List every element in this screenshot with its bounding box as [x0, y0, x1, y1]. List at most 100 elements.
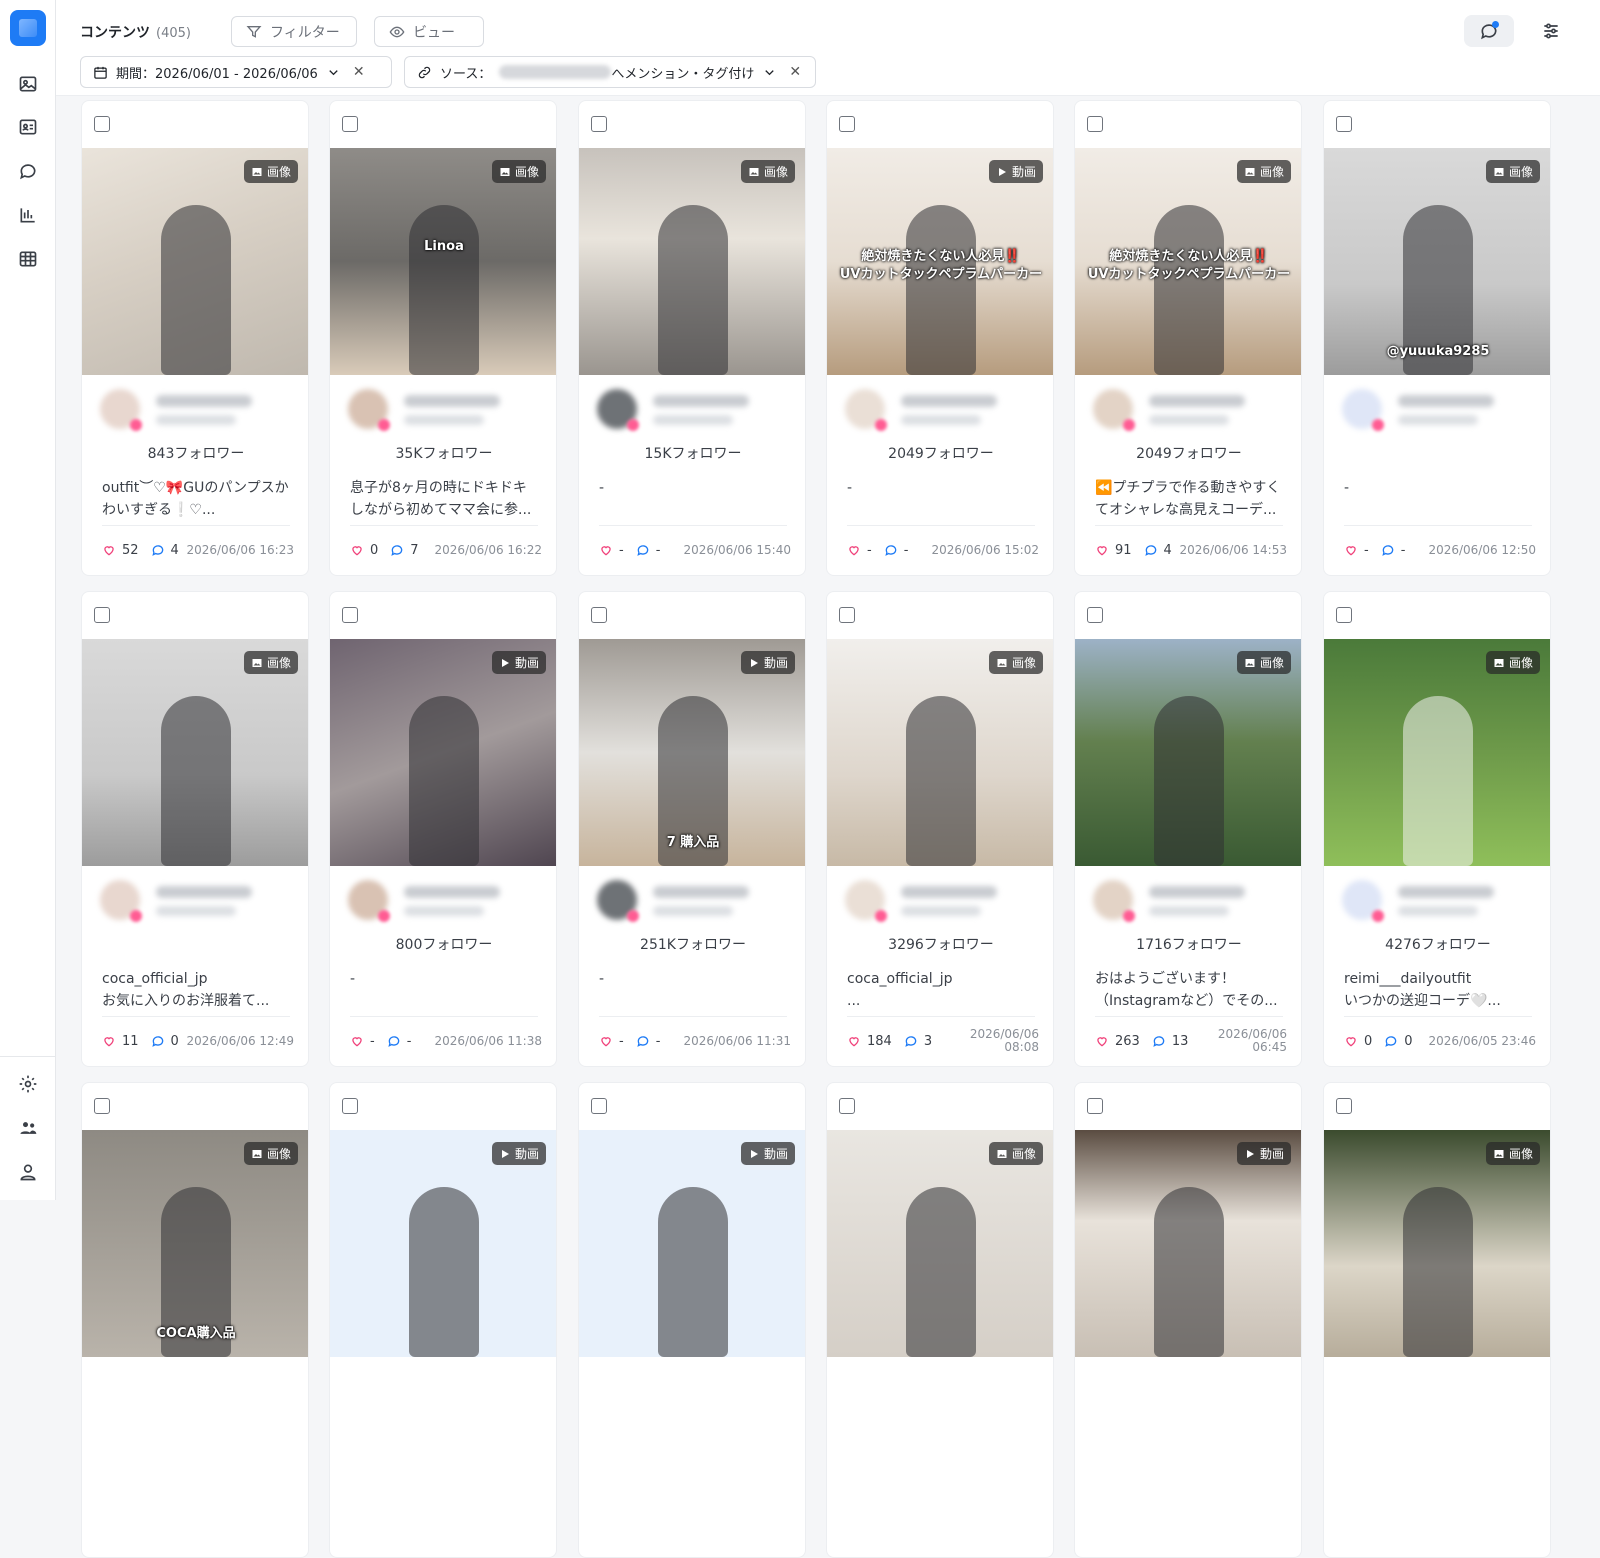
post-stats: 11 0 2026/06/06 12:49: [102, 1026, 294, 1056]
author-profile[interactable]: [597, 389, 793, 433]
post-thumbnail[interactable]: 画像: [827, 639, 1053, 866]
play-icon: [996, 166, 1008, 178]
period-filter-chip[interactable]: 期間：2026/06/01 - 2026/06/06 ✕: [80, 56, 392, 88]
bar-chart-icon[interactable]: [16, 203, 40, 227]
post-thumbnail[interactable]: 動画: [579, 1130, 805, 1357]
profile-card-icon[interactable]: [16, 115, 40, 139]
post-thumbnail[interactable]: 絶対焼きたくない人必見‼️ UVカットタックペプラムパーカー 動画: [827, 148, 1053, 375]
comment-icon: [387, 1034, 401, 1048]
post-thumbnail[interactable]: 画像: [827, 1130, 1053, 1357]
author-profile[interactable]: [1342, 389, 1538, 433]
thumbnail-overlay-text: @yuuuka9285: [1386, 344, 1490, 359]
author-profile[interactable]: [100, 389, 296, 433]
content-card[interactable]: Linoa 画像 35Kフォロワー 息子が8ヶ月の時にドキドキ しながら初めてママ会に…: [329, 100, 557, 576]
content-card[interactable]: 画像 1716フォロワー おはようございます！ （Instagramなど）でその..…: [1074, 591, 1302, 1067]
comment-count: 3: [923, 1033, 933, 1049]
content-card[interactable]: 7 購入品 動画 251Kフォロワー - - - 2026/06/06 11:31: [578, 591, 806, 1067]
select-checkbox[interactable]: [1336, 1098, 1352, 1114]
post-thumbnail[interactable]: 動画: [1075, 1130, 1301, 1357]
post-thumbnail[interactable]: 画像: [579, 148, 805, 375]
media-type-badge: 画像: [1236, 651, 1291, 674]
source-filter-chip[interactable]: ソース： へメンション・タグ付け ✕: [404, 56, 816, 88]
author-profile[interactable]: [845, 880, 1041, 924]
post-thumbnail[interactable]: Linoa 画像: [330, 148, 556, 375]
blurred-username: [901, 395, 997, 407]
content-card[interactable]: 画像: [826, 1082, 1054, 1558]
author-profile[interactable]: [100, 880, 296, 924]
author-profile[interactable]: [845, 389, 1041, 433]
content-card[interactable]: 画像 843フォロワー outfit︶♡🎀GUのパンプスか わいすぎる❕♡... 52…: [81, 100, 309, 576]
select-checkbox[interactable]: [1336, 116, 1352, 132]
app-logo[interactable]: [10, 10, 46, 46]
author-profile[interactable]: [597, 880, 793, 924]
content-card[interactable]: 画像 4276フォロワー reimi___dailyoutfit いつかの送迎コーデ…: [1323, 591, 1551, 1067]
table-icon[interactable]: [16, 247, 40, 271]
view-button[interactable]: ビュー: [374, 16, 484, 47]
post-thumbnail[interactable]: 画像: [1324, 639, 1550, 866]
comment-icon: [1381, 543, 1395, 557]
author-profile[interactable]: [1342, 880, 1538, 924]
comment-count: -: [655, 542, 661, 558]
post-thumbnail[interactable]: 画像: [82, 639, 308, 866]
author-profile[interactable]: [348, 880, 544, 924]
select-checkbox[interactable]: [839, 1098, 855, 1114]
author-profile[interactable]: [1093, 389, 1289, 433]
select-checkbox[interactable]: [94, 607, 110, 623]
select-checkbox[interactable]: [1336, 607, 1352, 623]
content-card[interactable]: 動画: [329, 1082, 557, 1558]
content-card[interactable]: 画像 3296フォロワー coca_official_jp ... 184 3 2026/…: [826, 591, 1054, 1067]
select-checkbox[interactable]: [1087, 116, 1103, 132]
settings-sliders-button[interactable]: [1526, 15, 1576, 47]
select-checkbox[interactable]: [839, 116, 855, 132]
post-caption: reimi___dailyoutfit いつかの送迎コーデ🤍...: [1344, 971, 1501, 1009]
post-thumbnail[interactable]: 画像: [1075, 639, 1301, 866]
thumbnail-subject: [906, 1187, 976, 1357]
settings-icon[interactable]: [16, 1072, 40, 1096]
comment-icon: [390, 543, 404, 557]
select-checkbox[interactable]: [591, 607, 607, 623]
content-card[interactable]: COCA購入品 画像: [81, 1082, 309, 1558]
remove-source-filter-icon[interactable]: ✕: [789, 64, 801, 80]
content-card[interactable]: 絶対焼きたくない人必見‼️ UVカットタックペプラムパーカー 画像 2049フォロワ…: [1074, 100, 1302, 576]
post-thumbnail[interactable]: 画像: [1324, 1130, 1550, 1357]
author-profile[interactable]: [1093, 880, 1289, 924]
filter-icon: [246, 25, 262, 38]
users-icon[interactable]: [16, 1116, 40, 1140]
post-thumbnail[interactable]: 絶対焼きたくない人必見‼️ UVカットタックペプラムパーカー 画像: [1075, 148, 1301, 375]
content-card[interactable]: 動画 800フォロワー - - - 2026/06/06 11:38: [329, 591, 557, 1067]
instagram-badge-icon: [1372, 419, 1384, 431]
content-card[interactable]: 画像: [1323, 1082, 1551, 1558]
select-checkbox[interactable]: [1087, 1098, 1103, 1114]
content-card[interactable]: 絶対焼きたくない人必見‼️ UVカットタックペプラムパーカー 動画 2049フォロワ…: [826, 100, 1054, 576]
image-icon[interactable]: [16, 72, 40, 96]
select-checkbox[interactable]: [591, 1098, 607, 1114]
post-thumbnail[interactable]: 動画: [330, 1130, 556, 1357]
select-checkbox[interactable]: [342, 116, 358, 132]
select-checkbox[interactable]: [1087, 607, 1103, 623]
like-icon: [102, 543, 116, 557]
post-caption: -: [599, 480, 605, 496]
post-thumbnail[interactable]: 動画: [330, 639, 556, 866]
chat-icon[interactable]: [16, 159, 40, 183]
user-icon[interactable]: [16, 1160, 40, 1184]
select-checkbox[interactable]: [94, 1098, 110, 1114]
post-thumbnail[interactable]: 画像: [82, 148, 308, 375]
post-thumbnail[interactable]: 7 購入品 動画: [579, 639, 805, 866]
post-thumbnail[interactable]: @yuuuka9285 画像: [1324, 148, 1550, 375]
remove-period-filter-icon[interactable]: ✕: [353, 64, 365, 80]
filter-button[interactable]: フィルター: [231, 16, 357, 47]
author-profile[interactable]: [348, 389, 544, 433]
post-caption: coca_official_jp お気に入りのお洋服着て...: [102, 971, 270, 1009]
post-thumbnail[interactable]: COCA購入品 画像: [82, 1130, 308, 1357]
content-card[interactable]: 動画: [578, 1082, 806, 1558]
notifications-button[interactable]: [1464, 15, 1514, 47]
select-checkbox[interactable]: [591, 116, 607, 132]
content-card[interactable]: 画像 coca_official_jp お気に入りのお洋服着て... 11 0 2026…: [81, 591, 309, 1067]
select-checkbox[interactable]: [839, 607, 855, 623]
content-card[interactable]: 動画: [1074, 1082, 1302, 1558]
select-checkbox[interactable]: [94, 116, 110, 132]
select-checkbox[interactable]: [342, 607, 358, 623]
select-checkbox[interactable]: [342, 1098, 358, 1114]
content-card[interactable]: 画像 15Kフォロワー - - - 2026/06/06 15:40: [578, 100, 806, 576]
content-card[interactable]: @yuuuka9285 画像 - - - 2026/06/06 12:50: [1323, 100, 1551, 576]
